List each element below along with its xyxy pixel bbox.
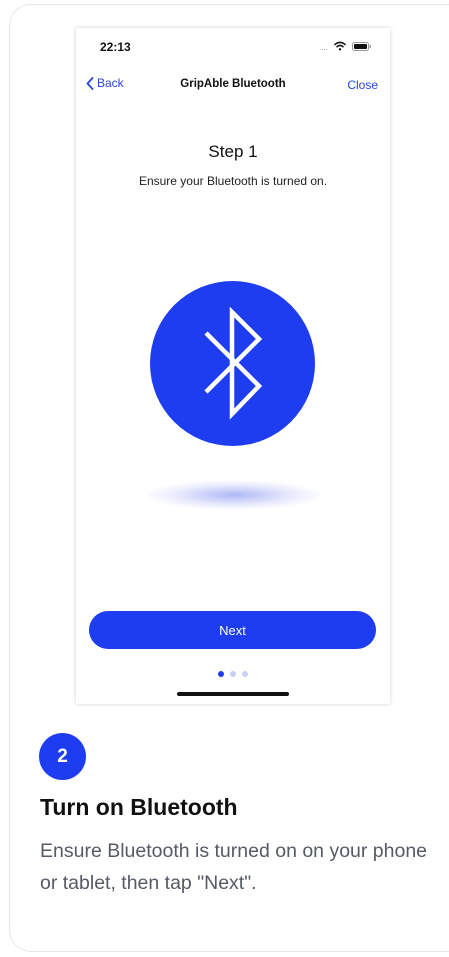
bluetooth-icon (204, 306, 263, 420)
page-dot-2[interactable] (230, 671, 236, 677)
home-indicator[interactable] (177, 692, 289, 696)
nav-title: GripAble Bluetooth (180, 78, 286, 90)
phone-screenshot: 22:13 .... Back GripAble Bluetooth Close… (76, 28, 390, 704)
page-dot-1[interactable] (218, 671, 224, 677)
instruction-title: Turn on Bluetooth (40, 794, 238, 820)
wifi-icon (334, 41, 346, 51)
illustration-shadow (146, 480, 322, 510)
battery-icon (352, 42, 371, 51)
next-button[interactable]: Next (89, 611, 376, 649)
step-number-badge: 2 (39, 733, 86, 780)
status-time: 22:13 (100, 40, 131, 54)
navigation-bar: Back GripAble Bluetooth Close (76, 72, 390, 98)
status-bar: 22:13 .... (76, 28, 390, 64)
instruction-description: Ensure Bluetooth is turned on on your ph… (40, 840, 428, 894)
step-title: Step 1 (208, 142, 258, 161)
bluetooth-illustration (150, 281, 315, 446)
close-button[interactable]: Close (347, 78, 378, 92)
step-description: Ensure your Bluetooth is turned on. (138, 174, 328, 188)
status-icons: .... (302, 41, 372, 52)
page-indicator (76, 671, 390, 677)
signal-icon: .... (319, 43, 328, 52)
page-dot-3[interactable] (242, 671, 248, 677)
